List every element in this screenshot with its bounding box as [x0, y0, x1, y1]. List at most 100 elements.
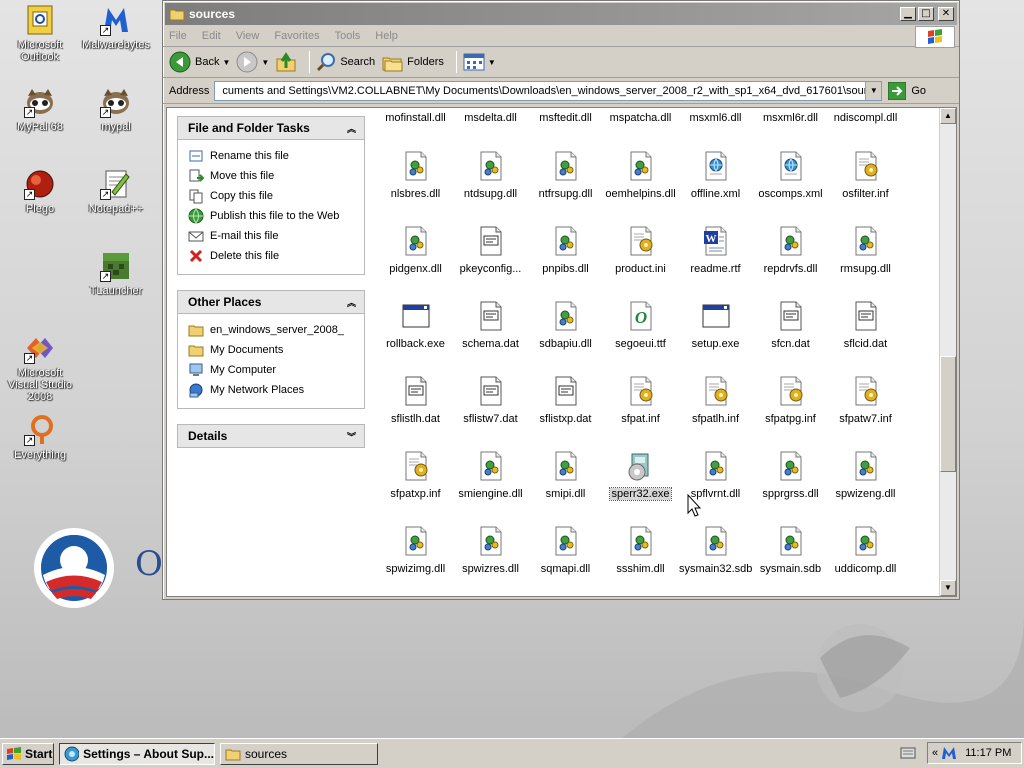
file-item[interactable]: ntfrsupg.dll — [528, 150, 603, 200]
file-item[interactable]: smipi.dll — [528, 450, 603, 500]
file-item[interactable]: pidgenx.dll — [378, 225, 453, 275]
file-item[interactable]: schema.dat — [453, 300, 528, 350]
file-item[interactable]: spwizeng.dll — [828, 450, 903, 500]
up-folder-button[interactable] — [275, 51, 297, 73]
file-item[interactable]: spprgrss.dll — [753, 450, 828, 500]
details-header[interactable]: Details ︾ — [177, 424, 365, 448]
file-item[interactable]: sfcn.dat — [753, 300, 828, 350]
file-item[interactable]: repdrvfs.dll — [753, 225, 828, 275]
file-item[interactable]: sflcid.dat — [828, 300, 903, 350]
file-item[interactable]: sqmapi.dll — [528, 525, 603, 575]
file-item[interactable]: msxml6r.dll — [753, 112, 828, 124]
file-item[interactable]: sfpatw7.inf — [828, 375, 903, 425]
file-item[interactable]: nlsbres.dll — [378, 150, 453, 200]
file-item[interactable]: sflistxp.dat — [528, 375, 603, 425]
file-item[interactable]: rollback.exe — [378, 300, 453, 350]
file-item[interactable]: sdbapiu.dll — [528, 300, 603, 350]
file-item[interactable]: Wreadme.rtf — [678, 225, 753, 275]
task-rename[interactable]: Rename this file — [188, 146, 356, 166]
task-delete[interactable]: Delete this file — [188, 246, 356, 266]
place-parent-folder[interactable]: en_windows_server_2008_ — [188, 320, 356, 340]
expand-chevron-icon[interactable]: ︾ — [347, 430, 356, 443]
desktop-icon-everything[interactable]: ↗ Everything — [2, 414, 78, 461]
menu-view[interactable]: View — [236, 30, 260, 42]
desktop-icon-plego[interactable]: ↗ Plego — [2, 168, 78, 215]
menu-tools[interactable]: Tools — [335, 30, 361, 42]
file-item[interactable]: offline.xml — [678, 150, 753, 200]
taskbar-item-settings[interactable]: Settings – About Sup... — [59, 742, 215, 765]
menu-edit[interactable]: Edit — [202, 30, 221, 42]
file-item[interactable]: msxml6.dll — [678, 112, 753, 124]
file-item[interactable]: sflistlh.dat — [378, 375, 453, 425]
address-dropdown-button[interactable]: ▼ — [865, 81, 882, 100]
taskbar-item-sources[interactable]: sources — [220, 742, 378, 765]
file-item[interactable]: ntdsupg.dll — [453, 150, 528, 200]
other-places-header[interactable]: Other Places ︽ — [177, 290, 365, 314]
file-item[interactable]: msdelta.dll — [453, 112, 528, 124]
close-button[interactable]: ✕ — [938, 7, 954, 21]
clock[interactable]: 11:17 PM — [965, 747, 1011, 759]
address-input[interactable]: cuments and Settings\VM2.COLLABNET\My Do… — [214, 80, 883, 101]
desktop-icon-outlook[interactable]: Microsoft Outlook — [2, 4, 78, 63]
desktop-icon-notepadpp[interactable]: ↗ Notepad++ — [78, 168, 154, 215]
search-button[interactable]: Search — [316, 52, 375, 72]
task-publish[interactable]: Publish this file to the Web — [188, 206, 356, 226]
file-item[interactable]: sfpatlh.inf — [678, 375, 753, 425]
scroll-up-button[interactable]: ▲ — [940, 108, 956, 124]
file-item[interactable]: product.ini — [603, 225, 678, 275]
file-item[interactable]: mspatcha.dll — [603, 112, 678, 124]
file-item[interactable]: osfilter.inf — [828, 150, 903, 200]
start-button[interactable]: Start — [2, 742, 54, 765]
scroll-thumb[interactable] — [940, 356, 956, 472]
file-item[interactable]: Osegoeui.ttf — [603, 300, 678, 350]
scroll-down-button[interactable]: ▼ — [940, 580, 956, 596]
keyboard-icon[interactable] — [900, 746, 916, 760]
place-my-documents[interactable]: My Documents — [188, 340, 356, 360]
file-item[interactable]: ssshim.dll — [603, 525, 678, 575]
file-item[interactable]: spflvrnt.dll — [678, 450, 753, 500]
task-email[interactable]: E-mail this file — [188, 226, 356, 246]
desktop-icon-mypal[interactable]: ↗ mypal — [78, 86, 154, 133]
menu-file[interactable]: File — [169, 30, 187, 42]
file-item[interactable]: ndiscompl.dll — [828, 112, 903, 124]
file-item[interactable]: pkeyconfig... — [453, 225, 528, 275]
chevron-down-icon[interactable]: ▼ — [488, 58, 496, 67]
file-item[interactable]: sfpatxp.inf — [378, 450, 453, 500]
file-item[interactable]: mofinstall.dll — [378, 112, 453, 124]
task-move[interactable]: Move this file — [188, 166, 356, 186]
file-item[interactable]: sfpatpg.inf — [753, 375, 828, 425]
file-item[interactable]: uddicomp.dll — [828, 525, 903, 575]
desktop-icon-malwarebytes[interactable]: ↗ Malwarebytes — [78, 4, 154, 51]
desktop-icon-mypal68[interactable]: ↗ MyPal 68 — [2, 86, 78, 133]
file-item[interactable]: spwizres.dll — [453, 525, 528, 575]
file-item[interactable]: oemhelpins.dll — [603, 150, 678, 200]
minimize-button[interactable]: ▁ — [900, 7, 916, 21]
file-item[interactable]: sfpat.inf — [603, 375, 678, 425]
tray-chevron[interactable]: « — [932, 747, 938, 759]
views-button[interactable]: ▼ — [463, 53, 496, 71]
back-button[interactable]: Back ▼ — [169, 51, 230, 73]
file-item[interactable]: sperr32.exe — [603, 450, 678, 501]
title-bar[interactable]: sources ▁ □ ✕ — [165, 3, 957, 25]
file-item[interactable]: smiengine.dll — [453, 450, 528, 500]
file-item[interactable]: sysmain.sdb — [753, 525, 828, 575]
file-item[interactable]: oscomps.xml — [753, 150, 828, 200]
menu-favorites[interactable]: Favorites — [274, 30, 319, 42]
file-item[interactable]: spwizimg.dll — [378, 525, 453, 575]
go-button[interactable]: Go — [888, 81, 926, 100]
desktop-icon-tlauncher[interactable]: ↗ TLauncher — [78, 250, 154, 297]
place-my-network[interactable]: My Network Places — [188, 380, 356, 400]
malwarebytes-tray-icon[interactable] — [941, 746, 957, 760]
vertical-scrollbar[interactable]: ▲ ▼ — [939, 108, 956, 596]
file-item[interactable]: sysmain32.sdb — [678, 525, 753, 575]
file-folder-tasks-header[interactable]: File and Folder Tasks ︽ — [177, 116, 365, 140]
menu-help[interactable]: Help — [375, 30, 398, 42]
collapse-chevron-icon[interactable]: ︽ — [347, 122, 356, 135]
forward-button[interactable]: ▼ — [236, 51, 269, 73]
folders-button[interactable]: Folders — [381, 52, 444, 72]
place-my-computer[interactable]: My Computer — [188, 360, 356, 380]
task-copy[interactable]: Copy this file — [188, 186, 356, 206]
file-item[interactable]: msftedit.dll — [528, 112, 603, 124]
maximize-button[interactable]: □ — [918, 7, 934, 21]
file-item[interactable]: pnpibs.dll — [528, 225, 603, 275]
